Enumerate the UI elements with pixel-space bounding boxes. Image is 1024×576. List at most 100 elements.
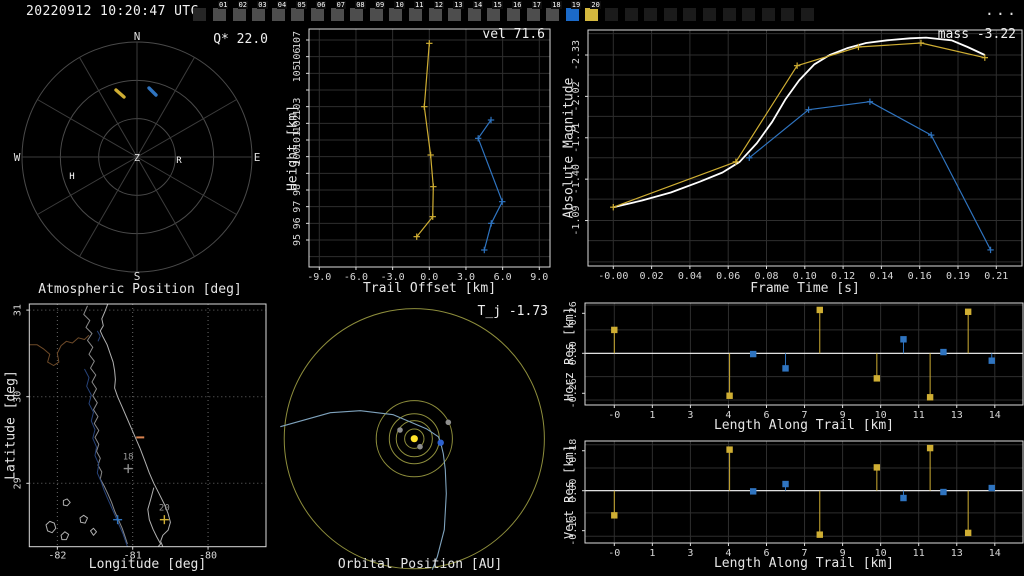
frame-button-label: 08: [355, 1, 366, 9]
frame-slot-empty: [801, 8, 814, 21]
frame-button-label: 02: [237, 1, 249, 9]
frame-button-08[interactable]: 08: [350, 1, 366, 21]
data-point: [749, 350, 757, 358]
grid: [585, 303, 1023, 405]
data-point: [940, 348, 947, 356]
frame-slot-empty: [663, 8, 677, 21]
data-point: [988, 484, 995, 492]
frame-button-15[interactable]: 15: [487, 1, 503, 21]
orbital-position-panel: T_j -1.73 Orbital Position [AU]: [280, 300, 560, 576]
frame-button-07[interactable]: 07: [330, 1, 347, 21]
planet-earth: [437, 439, 444, 446]
frame-button-05[interactable]: 05: [291, 1, 307, 21]
data-point: [926, 444, 934, 452]
data-point: [816, 306, 823, 314]
planet-venus: [397, 427, 403, 433]
polar-plot-canvas: NSW EZ RH: [14, 30, 261, 283]
frame-button-19[interactable]: 19: [565, 1, 582, 21]
data-point: [611, 326, 618, 334]
trail-offset-canvas: -9.0 -6.0 -3.0 0.0 3.0 6.0 9.09596979810010110…: [292, 28, 551, 283]
frame-button-04[interactable]: 04: [271, 1, 288, 21]
frame-slot-empty: [722, 8, 736, 21]
frame-button-label: 09: [374, 1, 386, 9]
trail-offset-panel: -9.0 -6.0 -3.0 0.0 3.0 6.0 9.0 95 96 97 98 100 101 10…: [280, 24, 560, 300]
y-tick-label: 95: [292, 234, 303, 246]
series-station-2-blue: [474, 116, 506, 254]
frame-button-18[interactable]: 18: [546, 1, 562, 21]
feature-river-upper: [96, 330, 101, 342]
map-markers: 1820: [113, 436, 170, 525]
data-point: [964, 308, 972, 315]
frame-ground-label: 20: [159, 504, 170, 514]
frame-button-label: 12: [433, 1, 445, 9]
orbit-canvas: [280, 308, 545, 570]
y-tick-label: -2.33: [571, 40, 582, 70]
frame-button-label: 05: [296, 1, 307, 9]
y-tick-label: 106: [292, 48, 303, 66]
frame-button-label: 15: [492, 1, 503, 9]
y-tick-label: 97: [292, 201, 303, 213]
frame-button-11[interactable]: 11: [409, 1, 425, 21]
frame-button-14[interactable]: 14: [467, 1, 484, 21]
frame-button-06[interactable]: 06: [311, 1, 327, 21]
grid: [588, 30, 1022, 266]
meteor-trail-yellow: [114, 88, 126, 99]
frame-button-16[interactable]: 16: [507, 1, 523, 21]
frame-button-01[interactable]: 01: [213, 1, 229, 21]
feature-lake-4: [90, 527, 97, 536]
frame-button-label: 01: [218, 1, 229, 9]
frame-button-label: 06: [316, 1, 327, 9]
frame-button-label: 10: [394, 1, 405, 9]
data-point: [782, 365, 789, 372]
feature-lake-1: [45, 520, 57, 534]
data-point: [900, 336, 907, 343]
top-toolbar: 20220912 10:20:47 UTC 01 02 03 04 05 06 07 08 09…: [0, 0, 1024, 24]
compass-north: N: [134, 30, 141, 43]
series: [413, 40, 506, 254]
mass-readout: mass -3.22: [937, 27, 1016, 42]
data-point: [726, 446, 733, 453]
length-along-trail-axis-label-1: Length Along Trail [km]: [713, 418, 894, 433]
vert-residuals-panel: -0 1 3 4 6 7 9 10 11 13 14 0.18 0.00 -0.18 Vert Res […: [560, 438, 1024, 576]
orbit-caption: Orbital Position [AU]: [337, 557, 503, 572]
axis-ticks: -0 1 3 4 6 7 9 10 11 13 140.180.00-0.18: [568, 439, 1001, 559]
frame-button-13[interactable]: 13: [448, 1, 464, 21]
frame-slot-empty: [644, 8, 658, 21]
frame-button-label: 14: [472, 1, 484, 9]
light-curve-canvas: -0.00 0.02 0.04 0.06 0.08 0.10 0.12 0.14 0.16 0.1…: [571, 29, 1023, 282]
frame-button-12[interactable]: 12: [428, 1, 445, 21]
overflow-menu-button[interactable]: ...: [985, 1, 1018, 19]
planet-mercury: [417, 443, 423, 450]
frame-slot-empty: [742, 8, 756, 21]
light-curve-panel: -0.00 0.02 0.04 0.06 0.08 0.10 0.12 0.14 0.16 0.1…: [560, 24, 1024, 300]
velocity-readout: vel 71.6: [482, 27, 545, 42]
height-axis-label: Height [km]: [285, 104, 301, 192]
longitude-axis-label: Longitude [deg]: [88, 557, 207, 572]
frame-button-10[interactable]: 10: [389, 1, 405, 21]
frame-button-03[interactable]: 03: [252, 1, 268, 21]
frame-button-20[interactable]: 20: [585, 1, 601, 21]
frame-button-label: 04: [276, 1, 288, 9]
axis-ticks: -0 1 3 4 6 7 9 10 11 13 140.260.00-0.26: [568, 301, 1001, 421]
length-along-trail-axis-label-2: Length Along Trail [km]: [713, 556, 894, 571]
map-canvas: 1820-82 -81 -80313029: [12, 303, 267, 562]
frame-button-09[interactable]: 09: [369, 1, 386, 21]
planet-mars: [445, 419, 452, 426]
compass-west: W: [14, 151, 21, 164]
zenith-label: Z: [134, 153, 140, 164]
utc-timestamp: 20220912 10:20:47 UTC: [26, 4, 199, 19]
frame-slot-blank: [193, 8, 206, 21]
frame-button-label: 13: [453, 1, 464, 9]
frame-button-label: 16: [512, 1, 523, 9]
compass-east: E: [254, 151, 261, 164]
frame-button-label: 11: [414, 1, 425, 9]
data-point: [726, 392, 733, 399]
station-label-H: H: [69, 172, 74, 182]
feature-lake-5: [62, 498, 71, 507]
meteoroid-trajectory: [280, 410, 447, 570]
plot-border: [584, 440, 1024, 544]
grid: [585, 441, 1023, 543]
frame-button-17[interactable]: 17: [526, 1, 543, 21]
data-point: [988, 357, 995, 364]
frame-button-02[interactable]: 02: [232, 1, 249, 21]
